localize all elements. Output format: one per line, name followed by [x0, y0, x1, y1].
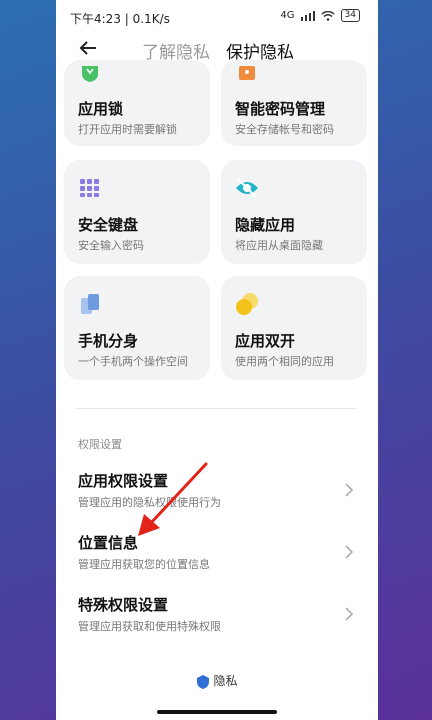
signal-icon: 4G [280, 10, 295, 21]
card-app-lock[interactable]: 应用锁 打开应用时需要解锁 [64, 60, 210, 146]
chevron-right-icon [345, 483, 354, 497]
status-time: 下午4:23 | 0.1K/s [70, 12, 170, 26]
card-subtitle: 打开应用时需要解锁 [78, 123, 177, 136]
privacy-shield-icon [197, 674, 210, 689]
card-hide-apps[interactable]: 隐藏应用 将应用从桌面隐藏 [221, 160, 367, 264]
row-special-permissions[interactable]: 特殊权限设置 管理应用获取和使用特殊权限 [56, 590, 378, 646]
card-title: 手机分身 [78, 332, 139, 350]
signal-bars-icon [300, 10, 315, 21]
chevron-right-icon [345, 607, 354, 621]
section-divider [76, 408, 356, 409]
card-title: 智能密码管理 [235, 100, 326, 118]
card-subtitle: 安全输入密码 [78, 239, 144, 252]
row-subtitle: 管理应用的隐私权限使用行为 [78, 496, 221, 509]
home-indicator[interactable] [157, 710, 277, 714]
phone-screen: 下午4:23 | 0.1K/s 4G 34 了解隐私 保护隐私 应用锁 打开应用… [56, 0, 378, 720]
card-subtitle: 一个手机两个操作空间 [78, 355, 188, 368]
dual-app-icon [236, 293, 258, 315]
wifi-icon [321, 10, 335, 21]
row-title: 应用权限设置 [78, 472, 169, 490]
card-dual-apps[interactable]: 应用双开 使用两个相同的应用 [221, 276, 367, 380]
card-secure-keyboard[interactable]: 安全键盘 安全输入密码 [64, 160, 210, 264]
keyboard-icon [80, 179, 99, 197]
password-icon [239, 66, 255, 80]
row-title: 特殊权限设置 [78, 596, 169, 614]
row-subtitle: 管理应用获取和使用特殊权限 [78, 620, 221, 633]
chevron-right-icon [345, 545, 354, 559]
card-subtitle: 将应用从桌面隐藏 [235, 239, 323, 252]
row-subtitle: 管理应用获取您的位置信息 [78, 558, 210, 571]
row-location-info[interactable]: 位置信息 管理应用获取您的位置信息 [56, 528, 378, 584]
card-password-manager[interactable]: 智能密码管理 安全存储帐号和密码 [221, 60, 367, 146]
section-label: 权限设置 [78, 438, 122, 451]
dual-space-icon [81, 294, 99, 314]
card-title: 应用锁 [78, 100, 124, 118]
card-second-space[interactable]: 手机分身 一个手机两个操作空间 [64, 276, 210, 380]
footer-brand: 隐私 [56, 672, 378, 689]
row-title: 位置信息 [78, 534, 139, 552]
card-subtitle: 使用两个相同的应用 [235, 355, 334, 368]
back-arrow-icon[interactable] [76, 36, 100, 60]
status-icons: 4G 34 [280, 9, 360, 22]
lock-icon [82, 66, 98, 82]
card-subtitle: 安全存储帐号和密码 [235, 123, 334, 136]
card-title: 隐藏应用 [235, 216, 296, 234]
row-app-permissions[interactable]: 应用权限设置 管理应用的隐私权限使用行为 [56, 466, 378, 522]
card-title: 安全键盘 [78, 216, 139, 234]
eye-off-icon [236, 178, 258, 198]
card-title: 应用双开 [235, 332, 296, 350]
battery-icon: 34 [340, 9, 360, 22]
status-bar: 下午4:23 | 0.1K/s 4G 34 [56, 0, 378, 32]
footer-label: 隐私 [213, 674, 238, 688]
